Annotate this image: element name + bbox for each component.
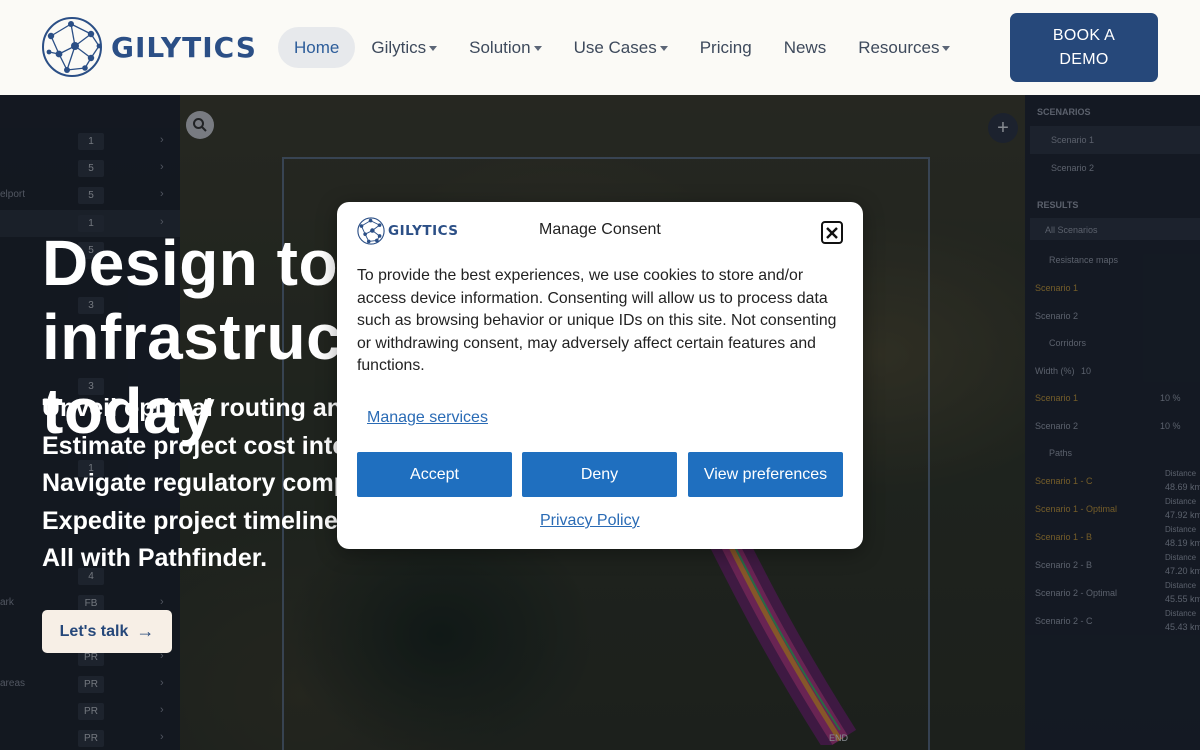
nav-solution[interactable]: Solution [453,27,557,68]
book-demo-line1: BOOK A [1052,26,1116,44]
nav-resources[interactable]: Resources [842,27,966,68]
nav-solution-label: Solution [469,37,531,57]
nav-pricing-label: Pricing [699,37,752,57]
logo-globe-icon [42,17,102,77]
nav-home-label: Home [294,37,340,57]
nav-gilytics-label: Gilytics [371,37,427,57]
caret-down-icon [659,46,668,51]
nav-use-cases-label: Use Cases [573,37,657,57]
nav-news[interactable]: News [768,27,843,68]
logo-globe-icon [357,217,385,245]
consent-logo: GILYTICS [357,217,459,245]
lets-talk-button[interactable]: Let's talk → [42,610,172,653]
arrow-right-icon: → [136,621,155,641]
main-nav: Home Gilytics Solution Use Cases Pricing… [278,27,966,68]
nav-home[interactable]: Home [278,27,356,68]
book-demo-button[interactable]: BOOK A DEMO [1010,13,1158,82]
nav-gilytics[interactable]: Gilytics [355,27,453,68]
nav-use-cases[interactable]: Use Cases [558,27,684,68]
book-demo-line2: DEMO [1059,50,1109,68]
nav-pricing[interactable]: Pricing [684,27,768,68]
logo[interactable]: GILYTICS [41,16,257,78]
privacy-policy-link[interactable]: Privacy Policy [540,512,640,530]
consent-logo-text: GILYTICS [388,223,459,239]
close-icon[interactable] [821,221,843,244]
deny-button[interactable]: Deny [522,452,677,497]
consent-message: To provide the best experiences, we use … [357,267,837,374]
caret-down-icon [942,46,951,51]
view-preferences-button[interactable]: View preferences [688,452,843,497]
site-header: GILYTICS Home Gilytics Solution Use Case… [0,0,1200,95]
caret-down-icon [533,46,542,51]
nav-news-label: News [783,37,827,57]
nav-resources-label: Resources [858,37,940,57]
caret-down-icon [429,46,438,51]
consent-title: Manage Consent [539,221,661,238]
lets-talk-label: Let's talk [59,622,129,640]
logo-text: GILYTICS [111,30,257,64]
accept-button[interactable]: Accept [357,452,512,497]
manage-services-link[interactable]: Manage services [367,409,488,427]
consent-modal: GILYTICS Manage Consent To provide the b… [337,202,863,549]
